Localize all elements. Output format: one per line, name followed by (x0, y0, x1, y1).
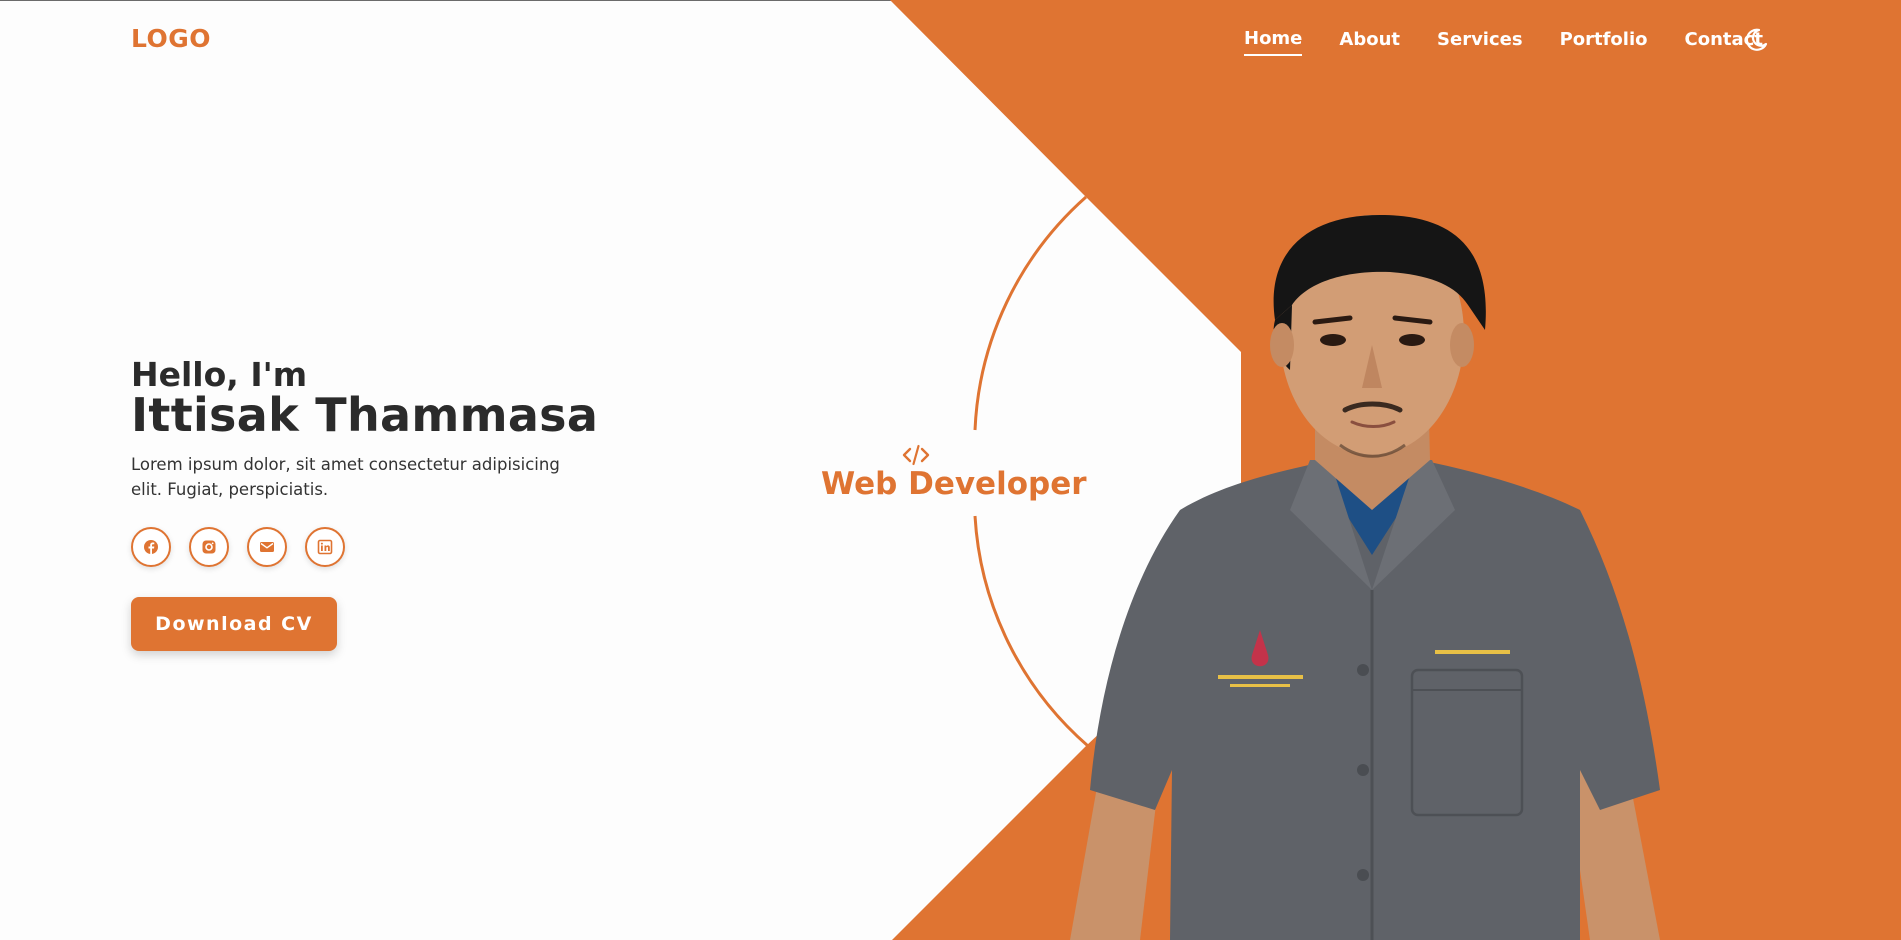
role-title: Web Developer (821, 466, 1087, 502)
logo[interactable]: LOGO (131, 24, 211, 53)
nav-portfolio[interactable]: Portfolio (1560, 29, 1648, 55)
nav-about[interactable]: About (1339, 29, 1400, 55)
hero-description: Lorem ipsum dolor, sit amet consectetur … (131, 455, 560, 499)
mail-icon[interactable] (247, 527, 287, 567)
profile-photo (1070, 215, 1660, 940)
linkedin-icon[interactable] (305, 527, 345, 567)
main-nav: Home About Services Portfolio Contact (1244, 28, 1763, 56)
nav-services[interactable]: Services (1437, 29, 1523, 55)
social-links (131, 527, 345, 567)
instagram-icon[interactable] (189, 527, 229, 567)
hero-name: Ittisak Thammasa (131, 388, 599, 442)
code-icon (902, 444, 930, 466)
facebook-icon[interactable] (131, 527, 171, 567)
nav-home[interactable]: Home (1244, 28, 1303, 56)
download-cv-button[interactable]: Download CV (131, 597, 337, 651)
moon-icon[interactable] (1743, 27, 1769, 53)
